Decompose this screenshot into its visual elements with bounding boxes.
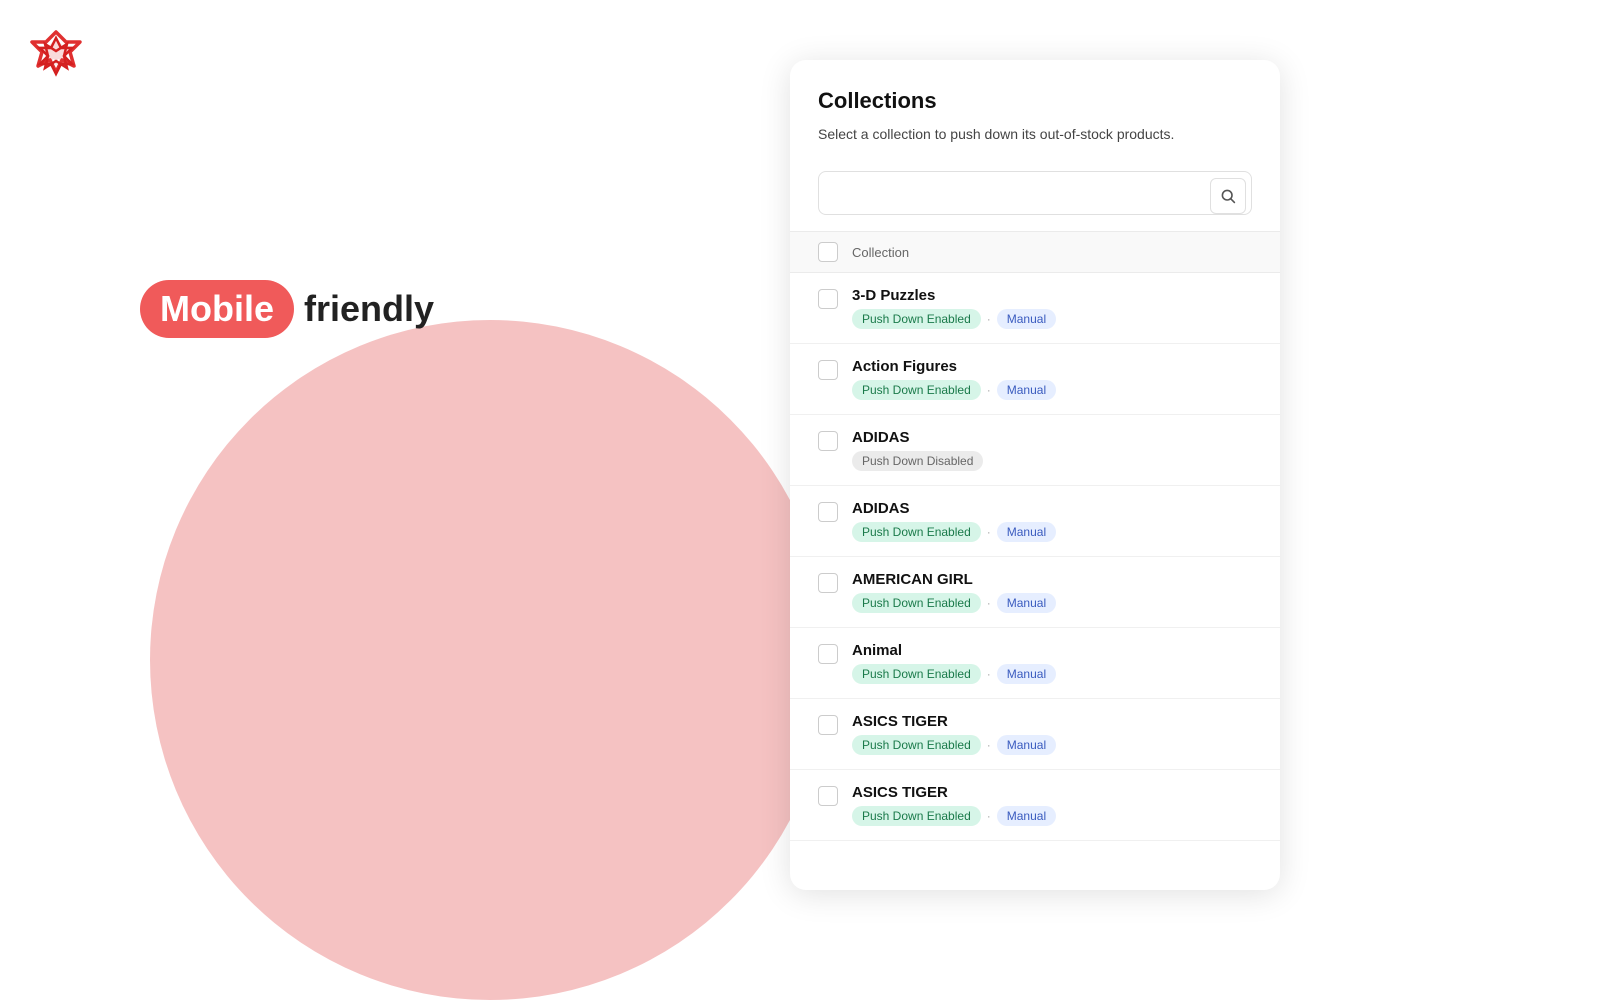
- badge-separator: ·: [987, 738, 991, 752]
- item-checkbox[interactable]: [818, 431, 838, 451]
- item-name: ADIDAS: [852, 429, 983, 446]
- item-content: ASICS TIGER Push Down Enabled · Manual: [852, 784, 1056, 826]
- panel-header: Collections Select a collection to push …: [790, 60, 1280, 161]
- table-header-label: Collection: [852, 245, 909, 260]
- badge-separator: ·: [987, 383, 991, 397]
- collections-panel: Collections Select a collection to push …: [790, 60, 1280, 890]
- item-name: ASICS TIGER: [852, 713, 1056, 730]
- item-content: Action Figures Push Down Enabled · Manual: [852, 358, 1056, 400]
- badge-separator: ·: [987, 525, 991, 539]
- item-content: 3-D Puzzles Push Down Enabled · Manual: [852, 287, 1056, 329]
- item-badges: Push Down Enabled · Manual: [852, 664, 1056, 684]
- collection-item[interactable]: ASICS TIGER Push Down Enabled · Manual: [790, 699, 1280, 770]
- panel-description: Select a collection to push down its out…: [818, 124, 1252, 145]
- item-checkbox[interactable]: [818, 502, 838, 522]
- collection-item[interactable]: ADIDAS Push Down Enabled · Manual: [790, 486, 1280, 557]
- item-content: ASICS TIGER Push Down Enabled · Manual: [852, 713, 1056, 755]
- item-badges: Push Down Enabled · Manual: [852, 735, 1056, 755]
- item-badges: Push Down Enabled · Manual: [852, 806, 1056, 826]
- mode-badge: Manual: [997, 664, 1056, 684]
- badge-separator: ·: [987, 809, 991, 823]
- collections-list: 3-D PuzzlesPush Down Enabled·ManualActio…: [790, 273, 1280, 890]
- status-badge: Push Down Enabled: [852, 522, 981, 542]
- mode-badge: Manual: [997, 522, 1056, 542]
- mode-badge: Manual: [997, 806, 1056, 826]
- item-name: ASICS TIGER: [852, 784, 1056, 801]
- collection-item[interactable]: ASICS TIGER Push Down Enabled · Manual: [790, 770, 1280, 841]
- item-checkbox[interactable]: [818, 289, 838, 309]
- collection-item[interactable]: ADIDAS Push Down Disabled: [790, 415, 1280, 486]
- item-checkbox[interactable]: [818, 360, 838, 380]
- item-name: AMERICAN GIRL: [852, 571, 1056, 588]
- item-content: ADIDAS Push Down Enabled · Manual: [852, 500, 1056, 542]
- select-all-checkbox[interactable]: [818, 242, 838, 262]
- badge-separator: ·: [987, 667, 991, 681]
- item-badges: Push Down Enabled · Manual: [852, 309, 1056, 329]
- hero-mobile-badge: Mobile: [140, 280, 294, 338]
- badge-separator: ·: [987, 312, 991, 326]
- status-badge: Push Down Enabled: [852, 806, 981, 826]
- status-badge: Push Down Enabled: [852, 593, 981, 613]
- collection-item[interactable]: 3-D Puzzles Push Down Enabled · Manual: [790, 273, 1280, 344]
- search-input[interactable]: [818, 171, 1252, 215]
- status-badge: Push Down Enabled: [852, 735, 981, 755]
- item-checkbox[interactable]: [818, 715, 838, 735]
- mode-badge: Manual: [997, 735, 1056, 755]
- item-checkbox[interactable]: [818, 644, 838, 664]
- mode-badge: Manual: [997, 593, 1056, 613]
- item-content: Animal Push Down Enabled · Manual: [852, 642, 1056, 684]
- collection-item[interactable]: Action Figures Push Down Enabled · Manual: [790, 344, 1280, 415]
- item-checkbox[interactable]: [818, 573, 838, 593]
- item-name: ADIDAS: [852, 500, 1056, 517]
- item-badges: Push Down Enabled · Manual: [852, 380, 1056, 400]
- status-badge: Push Down Enabled: [852, 380, 981, 400]
- table-header: Collection: [790, 231, 1280, 273]
- status-badge: Push Down Enabled: [852, 664, 981, 684]
- item-name: Action Figures: [852, 358, 1056, 375]
- item-name: 3-D Puzzles: [852, 287, 1056, 304]
- item-name: Animal: [852, 642, 1056, 659]
- collection-item[interactable]: AMERICAN GIRL Push Down Enabled · Manual: [790, 557, 1280, 628]
- hero-section: Mobile friendly: [140, 280, 434, 338]
- item-content: ADIDAS Push Down Disabled: [852, 429, 983, 471]
- mode-badge: Manual: [997, 380, 1056, 400]
- search-button[interactable]: [1210, 178, 1246, 214]
- item-content: AMERICAN GIRL Push Down Enabled · Manual: [852, 571, 1056, 613]
- item-badges: Push Down Enabled · Manual: [852, 522, 1056, 542]
- status-badge: Push Down Disabled: [852, 451, 983, 471]
- collection-item[interactable]: Animal Push Down Enabled · Manual: [790, 628, 1280, 699]
- mode-badge: Manual: [997, 309, 1056, 329]
- item-checkbox[interactable]: [818, 786, 838, 806]
- panel-title: Collections: [818, 88, 1252, 114]
- badge-separator: ·: [987, 596, 991, 610]
- hero-friendly-text: friendly: [304, 288, 434, 330]
- background-circle: [150, 320, 830, 1000]
- app-logo: [28, 28, 84, 84]
- item-badges: Push Down Disabled: [852, 451, 983, 471]
- item-badges: Push Down Enabled · Manual: [852, 593, 1056, 613]
- status-badge: Push Down Enabled: [852, 309, 981, 329]
- search-bar-container: [790, 161, 1280, 231]
